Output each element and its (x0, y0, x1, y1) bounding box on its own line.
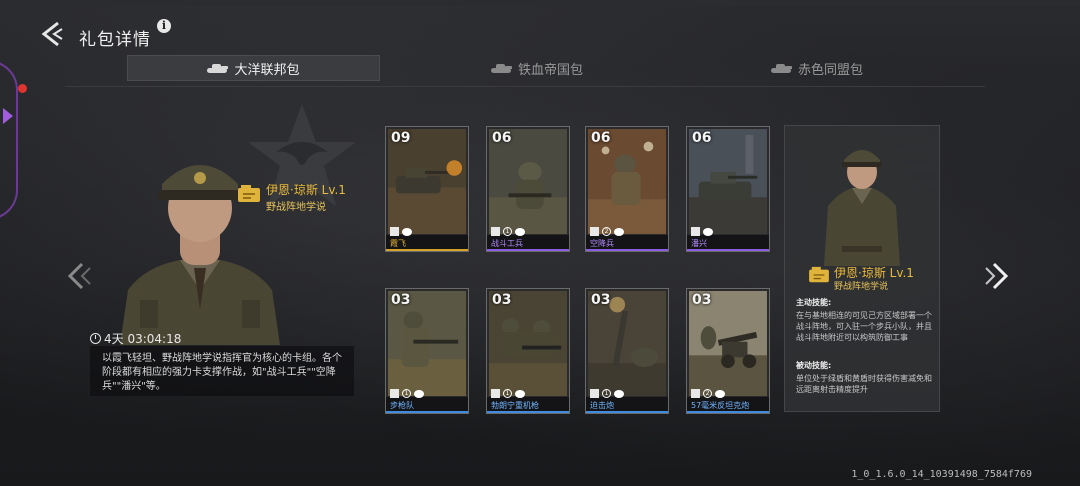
cost-icon: 1 (402, 389, 411, 398)
unit-card[interactable]: 06 潘兴 (686, 126, 770, 252)
passive-skill-text: 单位处于绿盾和黄盾时获得伤害减免和远距离射击精度提升 (796, 374, 932, 394)
tab-ocean-federation[interactable]: 大洋联邦包 (127, 55, 380, 81)
back-arrow-icon[interactable] (38, 20, 66, 48)
rarity-bar (586, 411, 668, 413)
unit-type-icon (590, 227, 599, 236)
commander-badge-icon (809, 266, 829, 283)
card-count: 03 (492, 292, 512, 308)
rarity-bar (687, 411, 769, 413)
detail-commander-skill: 野战阵地学说 (834, 282, 889, 292)
unit-card[interactable]: 03 2 57毫米反坦克炮 (686, 288, 770, 414)
unit-card[interactable]: 06 2 空降兵 (585, 126, 669, 252)
card-name: 57毫米反坦克炮 (691, 401, 750, 410)
unit-type-icon (691, 227, 700, 236)
tank-icon (490, 63, 511, 73)
side-drawer-arrow-icon[interactable] (3, 108, 13, 124)
deploy-icon (614, 389, 624, 398)
unit-card[interactable]: 03 1 迫击炮 (585, 288, 669, 414)
card-stats: 1 (590, 389, 624, 398)
tabs-divider (65, 86, 985, 87)
tab-label: 大洋联邦包 (234, 62, 300, 78)
cost-icon: 1 (503, 227, 512, 236)
unit-card[interactable]: 03 1 勃朗宁重机枪 (486, 288, 570, 414)
unit-card[interactable]: 09 霞飞 (385, 126, 469, 252)
previous-arrow-icon[interactable] (64, 260, 92, 292)
side-drawer-arc (0, 60, 18, 220)
unit-type-icon (390, 227, 399, 236)
page-title: 礼包详情 (79, 30, 151, 50)
active-skill-title: 主动技能: (796, 298, 832, 307)
next-arrow-icon[interactable] (984, 260, 1012, 292)
commander-name: 伊恩·琼斯 Lv.1 (266, 183, 346, 197)
card-stats: 2 (590, 227, 624, 236)
cost-icon: 2 (703, 389, 712, 398)
card-count: 03 (591, 292, 611, 308)
clock-icon (90, 333, 101, 344)
deploy-icon (402, 227, 412, 236)
rarity-bar (586, 249, 668, 251)
deploy-icon (614, 227, 624, 236)
deploy-icon (414, 389, 424, 398)
unit-type-icon (491, 389, 500, 398)
version-text: 1_0_1.6.0_14_10391498_7584f769 (851, 469, 1032, 480)
card-stats: 1 (491, 227, 525, 236)
unit-card[interactable]: 06 1 战斗工兵 (486, 126, 570, 252)
tank-icon (207, 63, 228, 73)
card-name: 勃朗宁重机枪 (491, 401, 539, 410)
cost-icon: 1 (503, 389, 512, 398)
pack-tabs: 大洋联邦包 铁血帝国包 赤色同盟包 (127, 55, 1012, 82)
cost-icon: 1 (602, 389, 611, 398)
card-name: 迫击炮 (590, 401, 614, 410)
rarity-bar (386, 411, 468, 413)
tab-iron-empire[interactable]: 铁血帝国包 (467, 55, 607, 81)
deploy-icon (515, 227, 525, 236)
pack-description: 以霞飞轻坦、野战阵地学说指挥官为核心的卡组。各个阶段都有相应的强力卡支撑作战，如… (102, 353, 342, 392)
card-name: 潘兴 (691, 239, 707, 248)
card-count: 03 (692, 292, 712, 308)
card-count: 09 (391, 130, 411, 146)
tab-red-alliance[interactable]: 赤色同盟包 (747, 55, 887, 81)
card-stats (390, 227, 412, 236)
card-stats: 1 (390, 389, 424, 398)
unit-card[interactable]: 03 1 步枪队 (385, 288, 469, 414)
tab-label: 铁血帝国包 (517, 62, 583, 78)
card-count: 06 (492, 130, 512, 146)
card-stats: 1 (491, 389, 525, 398)
rarity-bar (687, 249, 769, 251)
notification-dot (18, 84, 27, 93)
deploy-icon (715, 389, 725, 398)
tab-label: 赤色同盟包 (797, 62, 863, 78)
card-name: 步枪队 (390, 401, 414, 410)
card-name: 空降兵 (590, 239, 614, 248)
info-icon[interactable]: i (157, 19, 171, 33)
card-name: 战斗工兵 (491, 239, 523, 248)
passive-skill-title: 被动技能: (796, 361, 832, 370)
tank-icon (770, 63, 791, 73)
unit-type-icon (590, 389, 599, 398)
rarity-bar (386, 249, 468, 251)
unit-type-icon (691, 389, 700, 398)
card-count: 03 (391, 292, 411, 308)
commander-portrait (120, 165, 280, 345)
commander-badge-icon (238, 185, 260, 202)
cost-icon: 2 (602, 227, 611, 236)
timer-text: 4天 03:04:18 (104, 332, 182, 346)
deploy-icon (703, 227, 713, 236)
commander-full-figure (824, 150, 900, 266)
commander-skill: 野战阵地学说 (266, 202, 326, 213)
deploy-icon (515, 389, 525, 398)
unit-type-icon (390, 389, 399, 398)
card-count: 06 (692, 130, 712, 146)
card-stats (691, 227, 713, 236)
card-count: 06 (591, 130, 611, 146)
unit-type-icon (491, 227, 500, 236)
card-name: 霞飞 (390, 239, 406, 248)
top-bar (0, 0, 1080, 6)
card-stats: 2 (691, 389, 725, 398)
rarity-bar (487, 411, 569, 413)
countdown-timer: 4天 03:04:18 (90, 330, 181, 347)
active-skill-text: 在与基地相连的可见己方区域部署一个战斗阵地，可入驻一个步兵小队，并且战斗阵地附近… (796, 311, 932, 342)
rarity-bar (487, 249, 569, 251)
